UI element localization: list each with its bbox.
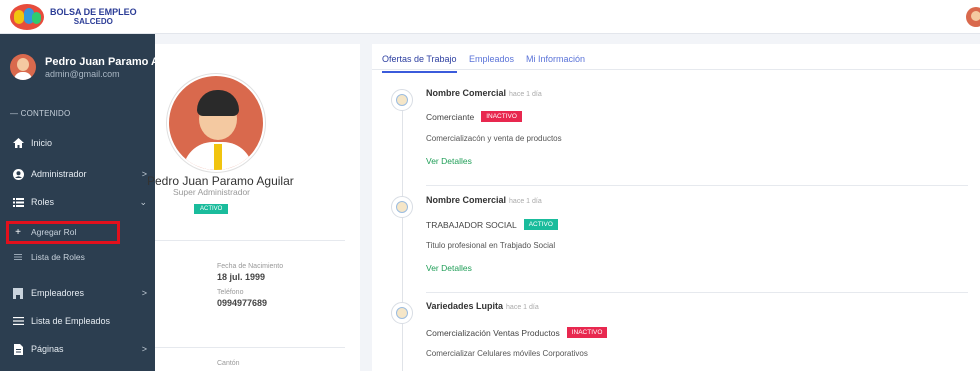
profile-name: Pedro Juan Paramo Aguilar <box>147 174 294 188</box>
offer-title: Nombre Comercial hace 1 día <box>426 88 542 98</box>
offer-time: hace 1 día <box>506 304 539 311</box>
profile-avatar <box>167 74 265 172</box>
tab-empleados[interactable]: Empleados <box>469 54 514 64</box>
chevron-right-icon: > <box>141 344 147 354</box>
offer-description: Comercializacón y venta de productos <box>426 134 562 143</box>
logo-text: BOLSA DE EMPLEO SALCEDO <box>50 7 137 27</box>
divider <box>155 240 345 241</box>
phone-value: 0994977689 <box>217 298 268 308</box>
profile-role: Super Administrador <box>173 187 251 197</box>
sidebar-item-label: Empleadores <box>31 288 85 298</box>
sidebar-item-lista-de-roles[interactable]: Lista de Roles <box>0 247 155 267</box>
company-logo-icon <box>391 302 413 324</box>
logo-line2: SALCEDO <box>73 17 113 26</box>
divider <box>155 347 345 348</box>
canton-label: Cantón <box>217 360 240 367</box>
sidebar-item-paginas[interactable]: Páginas > <box>0 339 155 359</box>
offer-description: Comercializar Celulares móviles Corporat… <box>426 349 588 358</box>
chevron-down-icon: ⌄ <box>139 196 147 207</box>
building-icon <box>12 287 24 299</box>
profile-card: Pedro Juan Paramo Aguilar Super Administ… <box>147 44 360 371</box>
status-badge: INACTIVO <box>481 111 522 122</box>
sidebar-item-label: Inicio <box>31 138 53 148</box>
ver-detalles-link[interactable]: Ver Detalles <box>426 156 472 166</box>
sidebar-item-administrador[interactable]: Administrador > <box>0 164 155 184</box>
ver-detalles-link[interactable]: Ver Detalles <box>426 263 472 273</box>
offer-position: TRABAJADOR SOCIAL <box>426 219 517 230</box>
chevron-right-icon: > <box>141 288 147 298</box>
list-icon <box>12 315 24 327</box>
offer-description: Titulo profesional en Trabjado Social <box>426 241 556 250</box>
sidebar-item-empleadores[interactable]: Empleadores > <box>0 283 155 303</box>
offer-position-row: Comerciante INACTIVO <box>426 111 522 122</box>
file-icon <box>12 343 24 355</box>
status-badge: ACTIVO <box>194 204 229 214</box>
sidebar-user-name: Pedro Juan Paramo A... <box>45 55 169 68</box>
offer-title: Nombre Comercial hace 1 día <box>426 195 542 205</box>
home-icon <box>12 137 24 149</box>
offer-position-row: TRABAJADOR SOCIAL ACTIVO <box>426 219 558 230</box>
status-badge: INACTIVO <box>566 327 608 338</box>
sidebar-item-lista-de-empleados[interactable]: Lista de Empleados <box>0 311 155 331</box>
company-logo-icon <box>391 89 413 111</box>
divider <box>426 185 968 186</box>
company-logo-icon <box>391 196 413 218</box>
sidebar-item-label: Administrador <box>31 169 87 179</box>
offer-position-row: Comercialización Ventas Productos INACTI… <box>426 327 608 338</box>
offer-company: Nombre Comercial <box>426 195 507 205</box>
tab-ofertas-de-trabajo[interactable]: Ofertas de Trabajo <box>382 54 457 73</box>
list-icon <box>12 196 24 208</box>
status-badge: ACTIVO <box>523 219 558 230</box>
section-label: — CONTENIDO <box>10 109 71 118</box>
sidebar-item-label: Roles <box>31 197 55 207</box>
logo-line1: BOLSA DE EMPLEO <box>50 7 137 17</box>
logo-icon <box>10 4 44 30</box>
user-circle-icon <box>12 168 24 180</box>
offer-company: Nombre Comercial <box>426 88 507 98</box>
sidebar-item-label: Páginas <box>31 344 64 354</box>
highlight-box <box>6 221 120 244</box>
offer-position: Comerciante <box>426 111 475 122</box>
birth-label: Fecha de Nacimiento <box>217 263 284 270</box>
top-bar: BOLSA DE EMPLEO SALCEDO <box>0 0 980 34</box>
timeline-line <box>402 104 403 371</box>
sidebar-item-label: Lista de Roles <box>31 252 85 262</box>
sidebar-item-label: Lista de Empleados <box>31 316 111 326</box>
offer-title: Variedades Lupita hace 1 día <box>426 301 539 311</box>
list-icon <box>12 251 24 263</box>
sidebar-item-roles[interactable]: Roles ⌄ <box>0 192 155 212</box>
avatar <box>10 54 36 80</box>
birth-value: 18 jul. 1999 <box>217 272 266 282</box>
sidebar-item-inicio[interactable]: Inicio <box>0 133 155 153</box>
offer-position: Comercialización Ventas Productos <box>426 327 560 338</box>
divider <box>426 292 968 293</box>
sidebar-profile[interactable]: Pedro Juan Paramo A... admin@gmail.com <box>10 54 168 80</box>
user-avatar-icon[interactable] <box>966 7 980 27</box>
offer-time: hace 1 día <box>509 91 542 98</box>
tab-mi-informacion[interactable]: Mi Información <box>526 54 585 64</box>
sidebar-user-email: admin@gmail.com <box>45 68 120 79</box>
phone-label: Teléfono <box>217 289 244 296</box>
main-panel: Ofertas de Trabajo Empleados Mi Informac… <box>372 44 980 371</box>
app-logo[interactable]: BOLSA DE EMPLEO SALCEDO <box>10 4 137 30</box>
sidebar: Pedro Juan Paramo A... admin@gmail.com —… <box>0 34 168 371</box>
offer-company: Variedades Lupita <box>426 301 504 311</box>
tab-bar: Ofertas de Trabajo Empleados Mi Informac… <box>372 44 980 73</box>
offer-time: hace 1 día <box>509 198 542 205</box>
